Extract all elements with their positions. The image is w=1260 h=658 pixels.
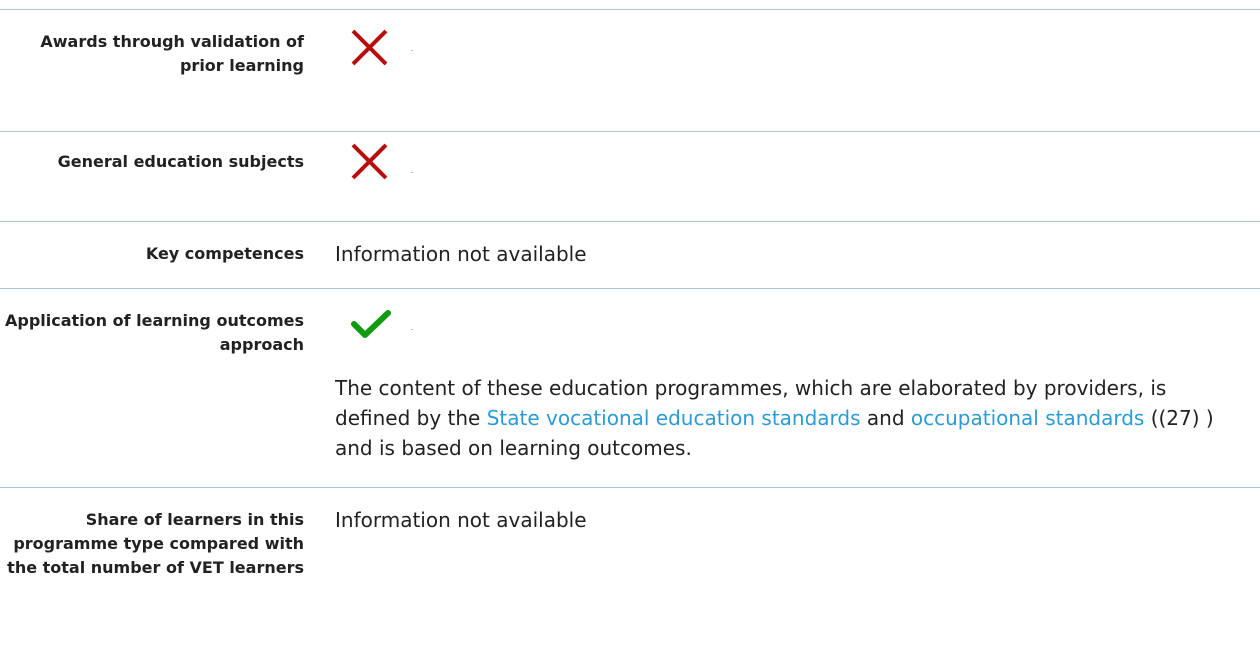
row-value: Information not available <box>335 242 587 266</box>
cross-icon <box>349 28 389 72</box>
row-value: Information not available <box>335 508 587 532</box>
cross-icon <box>349 142 389 186</box>
state-vocational-standards-link[interactable]: State vocational education standards <box>487 406 861 430</box>
occupational-standards-link[interactable]: occupational standards <box>911 406 1144 430</box>
table-row-key-competences: Key competences Information not availabl… <box>0 221 1260 288</box>
table-row-awards-vpl: Awards through validation of prior learn… <box>0 9 1260 131</box>
marker <box>411 50 413 51</box>
row-label: Share of learners in this programme type… <box>7 510 304 577</box>
row-label: General education subjects <box>57 152 304 171</box>
check-icon <box>350 309 392 343</box>
row-label: Application of learning outcomes approac… <box>4 311 304 354</box>
table-row-share-of-learners: Share of learners in this programme type… <box>0 487 1260 658</box>
marker <box>411 329 413 330</box>
row-label: Awards through validation of prior learn… <box>40 32 304 75</box>
marker <box>411 172 413 173</box>
table-row-learning-outcomes: Application of learning outcomes approac… <box>0 288 1260 460</box>
learning-outcomes-description: The content of these education programme… <box>335 376 1214 460</box>
row-label: Key competences <box>145 244 304 263</box>
table-row-general-education: General education subjects <box>0 131 1260 221</box>
